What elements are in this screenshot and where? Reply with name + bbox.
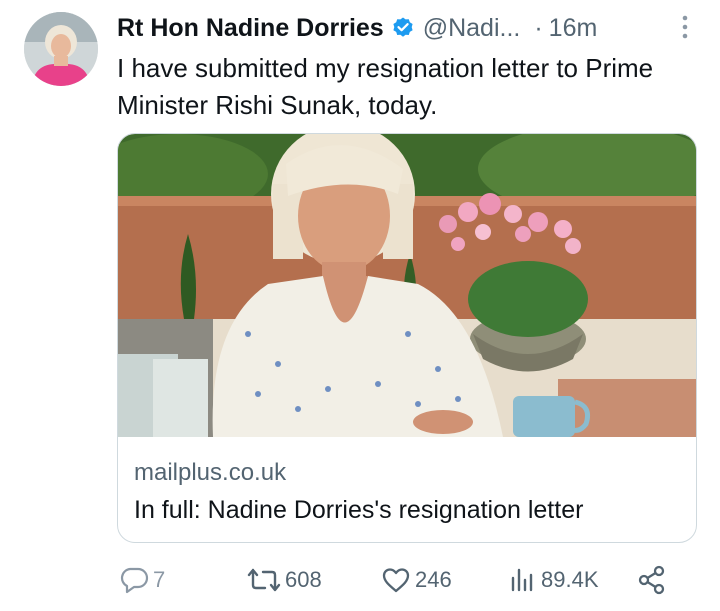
- verified-badge-icon[interactable]: [391, 16, 415, 40]
- link-card[interactable]: mailplus.co.uk In full: Nadine Dorries's…: [117, 133, 697, 543]
- tweet-header: Rt Hon Nadine Dorries @Nadi... · 16m: [117, 8, 700, 48]
- reply-button[interactable]: 7: [119, 560, 165, 600]
- views-button[interactable]: 89.4K: [509, 560, 599, 600]
- author-handle[interactable]: @Nadi...: [423, 14, 521, 43]
- author-avatar[interactable]: [24, 12, 98, 86]
- views-icon: [509, 566, 537, 594]
- card-meta: mailplus.co.uk In full: Nadine Dorries's…: [118, 437, 696, 542]
- repost-icon: [247, 566, 281, 594]
- author-name[interactable]: Rt Hon Nadine Dorries: [117, 14, 384, 43]
- card-image: [118, 134, 696, 437]
- like-icon: [381, 566, 411, 594]
- separator-dot: ·: [534, 13, 543, 42]
- reply-count: 7: [153, 567, 166, 592]
- avatar-image: [24, 12, 98, 86]
- more-icon[interactable]: [670, 12, 700, 42]
- tweet-text: I have submitted my resignation letter t…: [117, 53, 654, 120]
- share-button[interactable]: [637, 560, 667, 600]
- tweet-timestamp[interactable]: 16m: [549, 14, 598, 43]
- repost-button[interactable]: 608: [247, 560, 322, 600]
- repost-count: 608: [285, 567, 322, 592]
- like-button[interactable]: 246: [381, 560, 452, 600]
- share-icon: [637, 565, 667, 595]
- action-bar: 7 608 246 89.4K: [117, 560, 677, 600]
- views-count: 89.4K: [541, 567, 599, 592]
- reply-icon: [119, 566, 149, 594]
- like-count: 246: [415, 567, 452, 592]
- card-title[interactable]: In full: Nadine Dorries's resignation le…: [134, 492, 680, 528]
- card-domain: mailplus.co.uk: [134, 459, 287, 486]
